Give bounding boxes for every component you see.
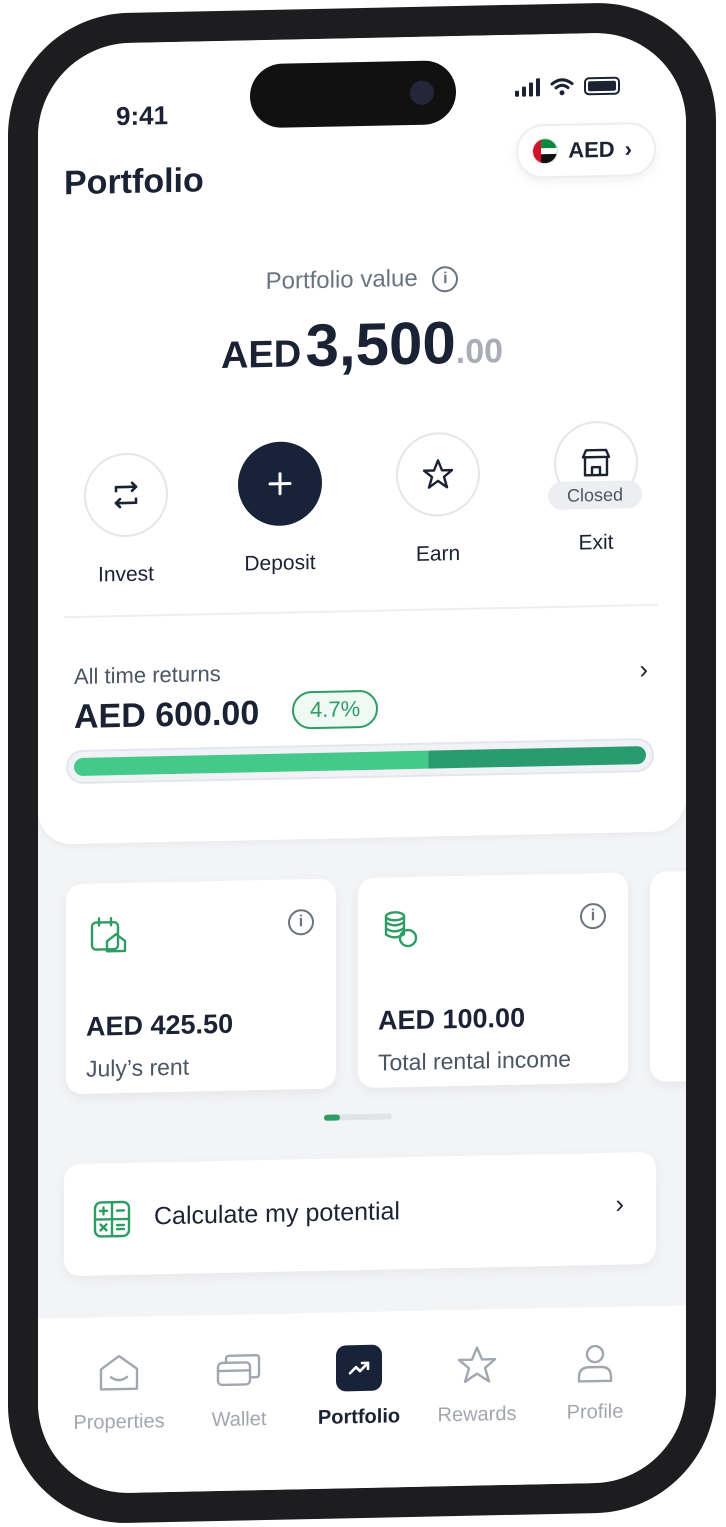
rental-income-card[interactable]: i AED 100.00 Total rental income	[358, 872, 628, 1089]
earn-label: Earn	[415, 541, 461, 566]
tab-rewards[interactable]: Rewards	[422, 1338, 532, 1427]
rent-card[interactable]: i AED 425.50 July’s rent	[66, 878, 336, 1095]
battery-icon	[584, 76, 620, 96]
tab-portfolio[interactable]: Portfolio	[304, 1341, 414, 1430]
tab-portfolio-label: Portfolio	[317, 1405, 401, 1429]
portfolio-decimals: .00	[455, 332, 504, 372]
rental-income-caption: Total rental income	[378, 1045, 572, 1076]
status-icons	[515, 76, 620, 97]
portfolio-value-text: Portfolio value	[265, 264, 418, 296]
portfolio-value: AED 3,500.00	[38, 303, 686, 386]
portfolio-summary-card: 9:41 Portfolio AED › Portfolio value i A…	[38, 31, 686, 845]
trend-icon	[348, 1361, 370, 1375]
returns-amount: AED 600.00	[74, 694, 260, 737]
wifi-icon	[550, 78, 574, 96]
calculator-icon	[93, 1200, 131, 1238]
carousel-indicator-active	[324, 1114, 340, 1121]
next-card-peek[interactable]	[650, 870, 686, 1082]
tab-profile[interactable]: Profile	[540, 1336, 650, 1425]
rent-amount: AED 425.50	[86, 1008, 234, 1042]
phone-frame: 9:41 Portfolio AED › Portfolio value i A…	[8, 0, 716, 1526]
returns-percent-badge: 4.7%	[292, 689, 379, 730]
plus-icon	[268, 472, 292, 496]
rent-caption: July’s rent	[86, 1053, 190, 1082]
wallet-icon	[216, 1354, 261, 1387]
coins-icon	[384, 911, 418, 948]
tab-properties[interactable]: Properties	[64, 1346, 174, 1435]
tab-wallet[interactable]: Wallet	[184, 1343, 294, 1432]
status-time: 9:41	[116, 100, 169, 132]
calculate-potential-button[interactable]: Calculate my potential ›	[64, 1151, 656, 1277]
currency-code: AED	[568, 136, 615, 163]
invest-label: Invest	[97, 562, 155, 587]
returns-progress-bar	[66, 737, 654, 785]
store-icon	[581, 448, 611, 477]
deposit-label: Deposit	[244, 550, 316, 576]
tab-wallet-label: Wallet	[211, 1408, 267, 1432]
currency-selector[interactable]: AED ›	[516, 121, 656, 179]
returns-progress-fill	[74, 746, 646, 777]
info-icon[interactable]: i	[580, 902, 606, 930]
tab-profile-label: Profile	[566, 1400, 624, 1424]
tab-properties-label: Properties	[73, 1410, 165, 1435]
dynamic-island	[250, 60, 456, 129]
chevron-right-icon: ›	[615, 1188, 624, 1219]
rental-income-amount: AED 100.00	[378, 1002, 526, 1036]
chevron-right-icon[interactable]: ›	[639, 654, 648, 685]
tab-rewards-label: Rewards	[437, 1402, 517, 1427]
bottom-tab-bar: Properties Wallet Portfolio Rewards Prof…	[38, 1305, 686, 1495]
page-title: Portfolio	[64, 161, 204, 203]
camera-icon	[410, 80, 434, 105]
portfolio-amount: 3,500	[305, 309, 456, 380]
deposit-button[interactable]: Deposit	[220, 440, 340, 577]
status-badge: Closed	[548, 480, 642, 511]
home-icon	[99, 1354, 139, 1391]
exit-label: Exit	[578, 530, 614, 555]
signal-icon	[515, 78, 540, 97]
star-icon	[457, 1346, 497, 1384]
portfolio-value-label: Portfolio value i	[38, 259, 686, 301]
calendar-home-icon	[90, 917, 127, 953]
phone-screen: 9:41 Portfolio AED › Portfolio value i A…	[38, 31, 686, 1495]
star-icon	[422, 459, 454, 489]
user-icon	[577, 1344, 613, 1383]
divider	[64, 603, 658, 619]
calculate-potential-label: Calculate my potential	[154, 1197, 400, 1231]
portfolio-currency: AED	[220, 333, 302, 377]
info-icon[interactable]: i	[288, 909, 314, 936]
info-icon[interactable]: i	[432, 265, 459, 293]
swap-icon	[114, 481, 138, 509]
uae-flag-icon	[532, 137, 559, 165]
exit-button[interactable]: Closed Exit	[536, 420, 656, 557]
earn-button[interactable]: Earn	[378, 431, 498, 568]
chevron-right-icon: ›	[624, 136, 632, 162]
carousel-indicator	[324, 1113, 392, 1121]
returns-label: All time returns	[74, 660, 221, 690]
invest-button[interactable]: Invest	[66, 452, 186, 589]
